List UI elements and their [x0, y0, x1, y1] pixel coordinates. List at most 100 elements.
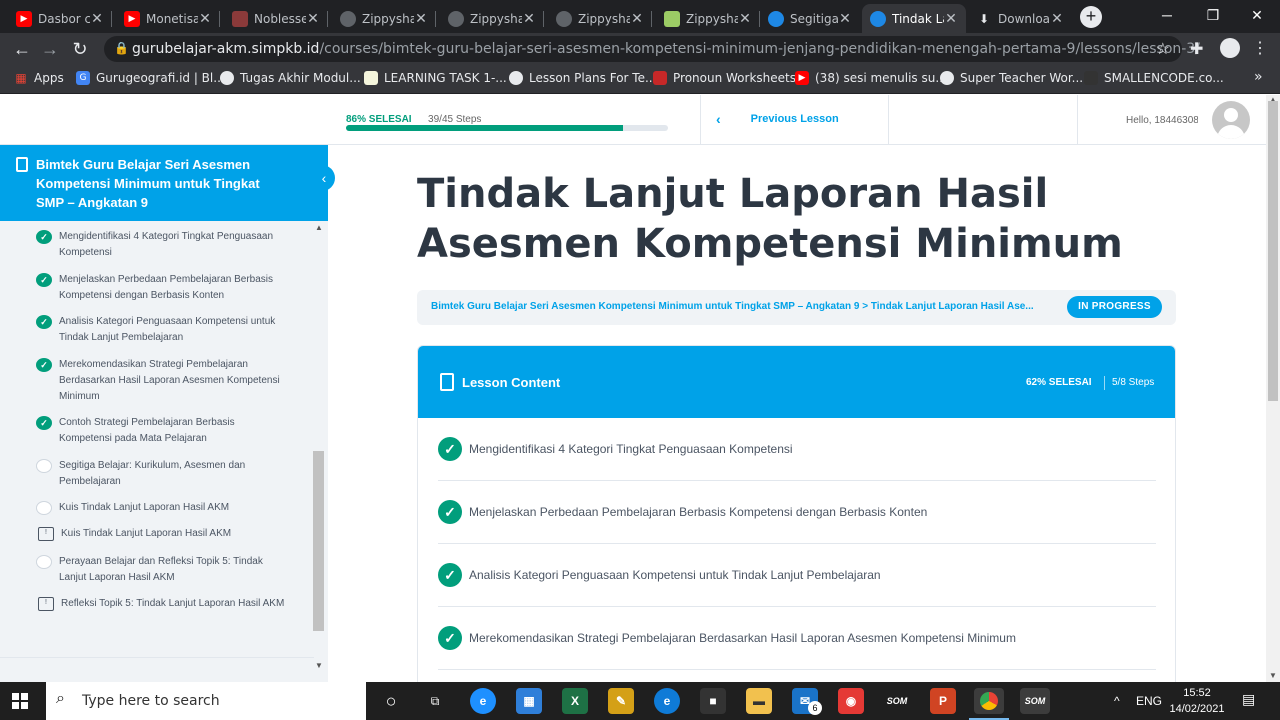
lesson-topic-row[interactable]: ✓ Merekomendasikan Strategi Pembelajaran…: [438, 607, 1156, 670]
sidebar-step[interactable]: ✓ Analisis Kategori Penguasaan Kompetens…: [36, 314, 286, 346]
previous-lesson-link[interactable]: ‹ Previous Lesson: [716, 111, 839, 127]
browser-tab[interactable]: Zippysha ✕: [548, 4, 652, 33]
sidebar-next-section[interactable]: [0, 657, 314, 682]
task-view-icon[interactable]: ⧉: [422, 688, 448, 714]
lesson-topic-row[interactable]: ✓ Analisis Kategori Penguasaan Kompetens…: [438, 544, 1156, 607]
file-explorer-icon[interactable]: ▬: [746, 688, 772, 714]
sidebar-quiz[interactable]: ! Kuis Tindak Lanjut Laporan Hasil AKM: [36, 526, 286, 542]
scroll-down-icon[interactable]: ▼: [315, 661, 323, 670]
powerpoint-icon[interactable]: P: [930, 688, 956, 714]
sidebar-step[interactable]: ✓ Contoh Strategi Pembelajaran Berbasis …: [36, 415, 286, 447]
close-icon[interactable]: ✕: [1050, 11, 1064, 27]
som-app-icon[interactable]: SOM: [1020, 688, 1050, 714]
close-icon[interactable]: ✕: [838, 11, 852, 27]
excel-icon[interactable]: X: [562, 688, 588, 714]
sidebar-step[interactable]: Perayaan Belajar dan Refleksi Topik 5: T…: [36, 554, 286, 586]
browser-tab[interactable]: Zippysha ✕: [440, 4, 544, 33]
windows-start-icon[interactable]: [12, 693, 28, 709]
browser-tab-active[interactable]: Tindak La ✕: [862, 4, 966, 33]
document-icon: [16, 157, 28, 172]
bookmark-item[interactable]: Pronoun Worksheets: [653, 71, 796, 85]
pen-tool-icon[interactable]: ✎: [608, 688, 634, 714]
camera-app-icon[interactable]: ◉: [838, 688, 864, 714]
input-language[interactable]: ENG: [1136, 694, 1162, 708]
empty-circle-icon: [36, 555, 52, 569]
close-icon[interactable]: ✕: [306, 11, 320, 27]
bookmarks-bar: ▦ Apps G Gurugeografi.id | Bl... Tugas A…: [0, 65, 1280, 94]
sidebar-quiz[interactable]: ! Refleksi Topik 5: Tindak Lanjut Lapora…: [36, 596, 286, 612]
close-icon[interactable]: ✕: [738, 11, 752, 27]
chrome-icon[interactable]: [974, 688, 1004, 714]
image-favicon-icon: [232, 10, 248, 27]
browser-tab[interactable]: ▶ Dasbor c ✕: [8, 4, 112, 33]
bookmark-apps[interactable]: ▦ Apps: [14, 71, 63, 85]
google-g-icon: G: [76, 71, 90, 85]
extensions-puzzle-icon[interactable]: ✚: [1190, 39, 1203, 59]
minimize-button[interactable]: ─: [1144, 0, 1190, 30]
course-header[interactable]: Bimtek Guru Belajar Seri Asesmen Kompete…: [0, 145, 328, 221]
bookmark-item[interactable]: G Gurugeografi.id | Bl...: [76, 71, 225, 85]
doc-icon: [364, 71, 378, 85]
close-icon[interactable]: ✕: [90, 11, 104, 27]
close-icon[interactable]: ✕: [414, 11, 428, 27]
close-window-button[interactable]: ✕: [1234, 0, 1280, 30]
sidebar-scrollbar-thumb[interactable]: [313, 451, 324, 631]
close-icon[interactable]: ✕: [522, 11, 536, 27]
bookmark-item[interactable]: SMALLENCODE.co...: [1084, 71, 1224, 85]
reload-icon[interactable]: ↻: [66, 33, 94, 65]
menu-kebab-icon[interactable]: ⋮: [1252, 38, 1268, 58]
browser-tab[interactable]: Zippysha ✕: [332, 4, 436, 33]
browser-tab[interactable]: ⬇ Downloa ✕: [968, 4, 1072, 33]
lesson-topic-row[interactable]: ✓ Menjelaskan Perbedaan Pembelajaran Ber…: [438, 481, 1156, 544]
profile-avatar-icon[interactable]: [1220, 38, 1240, 58]
browser-tab[interactable]: ▶ Monetisa ✕: [116, 4, 220, 33]
edge-icon[interactable]: e: [654, 688, 680, 714]
globe-icon: [556, 10, 572, 27]
bookmarks-overflow-button[interactable]: »: [1254, 69, 1263, 85]
mail-badge: 6: [808, 701, 822, 715]
lesson-content-panel: Lesson Content 62% SELESAI 5/8 Steps ✓ M…: [417, 345, 1176, 682]
lesson-topic-row[interactable]: ✓ Mengidentifikasi 4 Kategori Tingkat Pe…: [438, 418, 1156, 481]
browser-tab[interactable]: Segitiga ✕: [760, 4, 860, 33]
page-scrollbar-thumb[interactable]: [1268, 101, 1278, 401]
bookmark-item[interactable]: Lesson Plans For Te...: [509, 71, 656, 85]
back-arrow-icon[interactable]: ←: [8, 33, 36, 65]
url-path: /courses/bimtek-guru-belajar-seri-asesme…: [319, 41, 1200, 57]
youtube-icon: ▶: [16, 10, 32, 27]
taskbar-search-input[interactable]: ⌕ Type here to search: [46, 682, 366, 720]
bookmark-item[interactable]: Super Teacher Wor...: [940, 71, 1083, 85]
browser-tab[interactable]: Zippysha ✕: [656, 4, 760, 33]
sidebar-step[interactable]: Kuis Tindak Lanjut Laporan Hasil AKM: [36, 500, 286, 516]
close-icon[interactable]: ✕: [198, 11, 212, 27]
bookmark-star-icon[interactable]: ☆: [1156, 39, 1170, 59]
sidebar-step[interactable]: ✓ Menjelaskan Perbedaan Pembelajaran Ber…: [36, 272, 286, 304]
close-icon[interactable]: ✕: [944, 11, 958, 27]
scroll-up-icon[interactable]: ▲: [315, 223, 323, 232]
forward-arrow-icon[interactable]: →: [36, 33, 64, 65]
bookmark-item[interactable]: Tugas Akhir Modul...: [220, 71, 361, 85]
maximize-button[interactable]: ❐: [1190, 0, 1236, 30]
address-bar[interactable]: 🔒 gurubelajar-akm.simpkb.id/courses/bimt…: [104, 36, 1200, 62]
browser-tab[interactable]: Noblesse ✕: [224, 4, 328, 33]
close-icon[interactable]: ✕: [630, 11, 644, 27]
sidebar-step[interactable]: ✓ Merekomendasikan Strategi Pembelajaran…: [36, 357, 286, 405]
notification-icon[interactable]: ▤: [1242, 691, 1255, 708]
avatar[interactable]: [1212, 101, 1250, 139]
bookmark-item[interactable]: LEARNING TASK 1-...: [364, 71, 507, 85]
taskbar-clock[interactable]: 15:52 14/02/2021: [1168, 685, 1226, 717]
app-box-icon[interactable]: ■: [700, 688, 726, 714]
som-app-icon[interactable]: SOM: [884, 688, 910, 714]
lesson-content-header: Lesson Content 62% SELESAI 5/8 Steps: [418, 346, 1175, 418]
lesson-progress-steps: 5/8 Steps: [1112, 377, 1155, 388]
calendar-app-icon[interactable]: ▦: [516, 688, 542, 714]
sidebar-step[interactable]: ✓ Mengidentifikasi 4 Kategori Tingkat Pe…: [36, 229, 286, 261]
bookmark-item[interactable]: ▶ (38) sesi menulis su...: [795, 71, 947, 85]
breadcrumb-text[interactable]: Bimtek Guru Belajar Seri Asesmen Kompete…: [431, 301, 1061, 312]
scroll-down-icon[interactable]: ▼: [1269, 671, 1277, 680]
cortana-icon[interactable]: ○: [378, 688, 404, 714]
internet-explorer-icon[interactable]: e: [470, 688, 496, 714]
sidebar-step[interactable]: Segitiga Belajar: Kurikulum, Asesmen dan…: [36, 458, 286, 490]
page-scrollbar[interactable]: ▲ ▼: [1266, 95, 1280, 682]
tray-chevron-up-icon[interactable]: ^: [1114, 694, 1120, 708]
new-tab-button[interactable]: +: [1080, 6, 1102, 28]
